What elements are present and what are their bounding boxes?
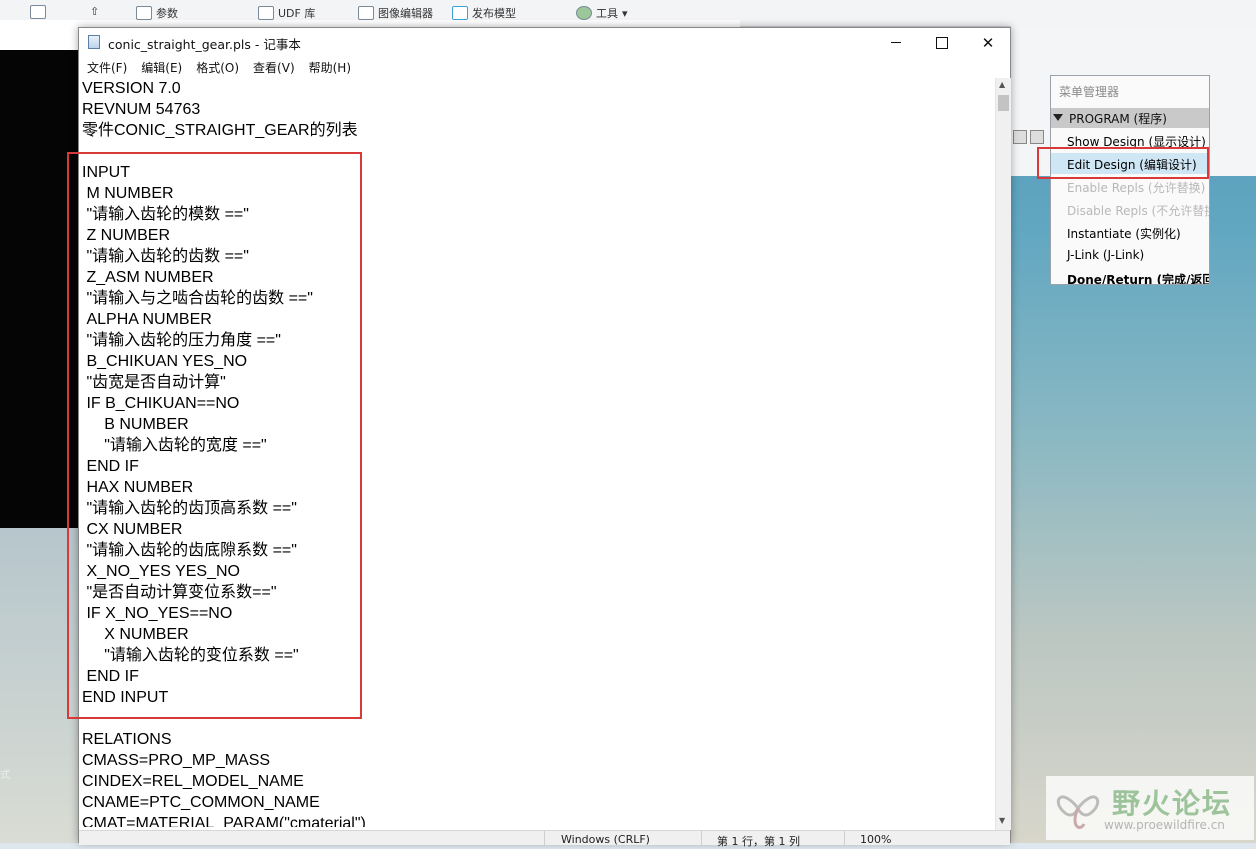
menu-item-j-link[interactable]: J-Link (J-Link) (1051, 245, 1209, 266)
close-button[interactable]: ✕ (965, 28, 1011, 57)
toolbar-item-tools[interactable]: 工具 ▾ (576, 5, 628, 21)
maximize-icon (936, 36, 948, 49)
parameters-icon (136, 6, 152, 20)
menu-file[interactable]: 文件(F) (80, 57, 134, 77)
status-encoding: Windows (CRLF) (561, 833, 650, 846)
menu-format[interactable]: 格式(O) (189, 57, 246, 77)
udf-library-icon (258, 6, 274, 20)
scroll-up-icon[interactable]: ▲ (999, 80, 1005, 89)
menu-item-done-return[interactable]: Done/Return (完成/返回) (1051, 268, 1209, 284)
scrollbar-thumb[interactable] (998, 95, 1009, 111)
background-graphics-area-lower (0, 528, 80, 843)
status-zoom: 100% (860, 833, 892, 846)
menu-edit[interactable]: 编辑(E) (134, 57, 189, 77)
image-editor-icon (358, 6, 374, 20)
minimize-icon (891, 42, 901, 43)
menu-view[interactable]: 查看(V) (246, 57, 302, 77)
toolbar-item-parameters[interactable]: 参数 (136, 5, 178, 21)
watermark-url: www.proewildfire.cn (1104, 818, 1225, 832)
text-editor[interactable]: VERSION 7.0 REVNUM 54763 零件CONIC_STRAIGH… (79, 78, 995, 827)
notepad-icon (88, 35, 100, 49)
background-graphics-area (0, 50, 80, 528)
menu-item-enable-repls: Enable Repls (允许替换) (1067, 181, 1206, 195)
menu-item-show-design[interactable]: Show Design (显示设计) (1051, 130, 1209, 151)
close-icon: ✕ (981, 33, 995, 52)
notepad-window: conic_straight_gear.pls - 记事本 ✕ 文件(F) 编辑… (78, 27, 1011, 848)
menu-item-disable-repls: Disable Repls (不允许替换) (1067, 204, 1210, 218)
toolbar-item-udf-library[interactable]: UDF 库 (258, 5, 315, 21)
window-title: conic_straight_gear.pls - 记事本 (108, 37, 301, 52)
regenerate-icon[interactable]: ⇧ (90, 5, 99, 18)
folder-icon (30, 5, 46, 19)
minimize-button[interactable] (873, 28, 919, 57)
menu-manager-title: 菜单管理器 (1059, 85, 1120, 99)
publish-model-icon (452, 6, 468, 20)
file-icon[interactable] (30, 5, 46, 19)
status-position: 第 1 行，第 1 列 (717, 835, 800, 848)
view-tool-icon[interactable] (1013, 130, 1027, 144)
toolbar-item-publish-model[interactable]: 发布模型 (452, 5, 516, 21)
maximize-button[interactable] (919, 28, 965, 57)
tools-icon (576, 6, 592, 20)
forum-logo-icon (1056, 795, 1100, 829)
menu-item-edit-design[interactable]: Edit Design (编辑设计) (1051, 153, 1209, 174)
menu-header-program[interactable]: PROGRAM (程序) (1051, 108, 1209, 128)
menu-bar: 文件(F) 编辑(E) 格式(O) 查看(V) 帮助(H) (79, 57, 1010, 77)
forum-watermark: 野火论坛 www.proewildfire.cn (1046, 776, 1254, 840)
menu-item-instantiate[interactable]: Instantiate (实例化) (1051, 222, 1209, 243)
collapse-triangle-icon (1053, 114, 1063, 121)
mode-label: 式 (0, 770, 10, 781)
menu-help[interactable]: 帮助(H) (302, 57, 358, 77)
menu-manager: 菜单管理器 PROGRAM (程序) Show Design (显示设计) Ed… (1050, 75, 1210, 285)
watermark-text: 野火论坛 (1112, 787, 1233, 820)
file-content[interactable]: VERSION 7.0 REVNUM 54763 零件CONIC_STRAIGH… (79, 78, 995, 827)
toolbar-item-image-editor[interactable]: 图像编辑器 (358, 5, 433, 21)
scroll-down-icon[interactable]: ▼ (999, 816, 1005, 825)
vertical-scrollbar[interactable]: ▲ ▼ (995, 78, 1011, 830)
title-bar[interactable]: conic_straight_gear.pls - 记事本 ✕ (79, 28, 1010, 57)
chevron-down-icon: ▾ (622, 6, 628, 20)
view-tool-icon[interactable] (1030, 130, 1044, 144)
